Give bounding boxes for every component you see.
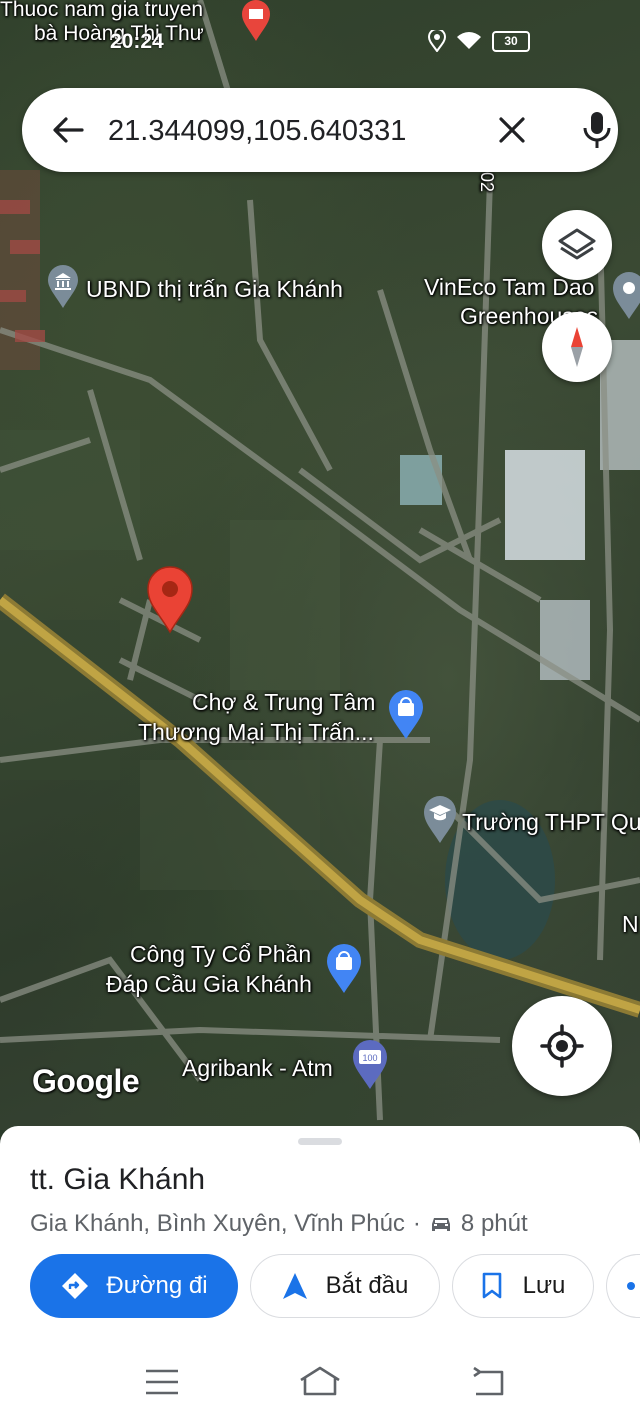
place-marker-icon[interactable] [612,272,640,325]
directions-button[interactable]: Đường đi [30,1254,238,1318]
poi-label-truong: Trường THPT Qu [462,809,640,835]
search-bar [22,88,618,172]
status-icons: 30 [428,30,530,52]
shopping-bag-icon-2[interactable] [326,944,362,999]
clear-icon[interactable] [492,110,532,150]
place-title: tt. Gia Khánh [30,1163,206,1196]
poi-label-agribank: Agribank - Atm [182,1055,333,1081]
search-input[interactable] [106,106,470,156]
poi-label-ubnd: UBND thị trấn Gia Khánh [86,276,343,302]
poi-label-congty-line1: Công Ty Cổ Phần [130,941,312,967]
microphone-icon[interactable] [577,108,617,152]
directions-icon [62,1273,89,1299]
poi-label-cho-line2: Thương Mại Thị Trấn... [138,719,374,745]
directions-label: Đường đi [106,1272,208,1299]
atm-badge-text: 100 [362,1053,377,1063]
sheet-drag-handle[interactable] [298,1138,342,1145]
separator: · [412,1210,421,1237]
location-status-icon [428,30,446,52]
system-nav-bar [0,1340,640,1422]
my-location-icon [540,1024,584,1068]
place-address: Gia Khánh, Bình Xuyên, Vĩnh Phúc [30,1210,405,1237]
government-building-icon[interactable] [47,265,79,314]
wifi-icon [457,32,481,49]
home-icon[interactable] [298,1364,342,1400]
poi-label-cho-line1: Chợ & Trung Tâm [192,689,376,715]
more-actions-button[interactable] [606,1254,640,1318]
status-time: 20:24 [110,30,164,53]
my-location-button[interactable] [512,996,612,1096]
save-button[interactable]: Lưu [452,1254,594,1318]
poi-label-congty-line2: Đáp Cầu Gia Khánh [106,971,312,997]
car-icon [431,1218,450,1231]
layers-icon [558,228,596,260]
school-icon[interactable] [423,796,457,849]
compass-button[interactable] [542,312,612,382]
google-logo: Google [32,1063,140,1099]
back-arrow-icon[interactable] [48,110,88,150]
edge-label: N [622,911,639,937]
more-dot-icon [627,1282,635,1290]
menu-icon[interactable] [142,1364,182,1400]
shopping-bag-icon[interactable] [388,690,424,745]
location-pin-icon[interactable] [146,566,194,639]
start-label: Bắt đầu [325,1272,409,1299]
place-subtitle: Gia Khánh, Bình Xuyên, Vĩnh Phúc · 8 phú… [30,1210,528,1238]
save-label: Lưu [522,1272,566,1299]
atm-icon[interactable]: 100 [352,1040,388,1095]
layers-button[interactable] [542,210,612,280]
drive-time: 8 phút [460,1210,528,1237]
status-bar: 20:24 30 [0,0,640,80]
navigation-arrow-icon [282,1273,307,1299]
road-number-label: 02 [477,171,498,193]
start-button[interactable]: Bắt đầu [250,1254,440,1318]
back-nav-icon[interactable] [468,1364,508,1400]
battery-icon: 30 [492,30,530,52]
compass-icon [571,327,583,367]
bookmark-icon [482,1272,501,1299]
